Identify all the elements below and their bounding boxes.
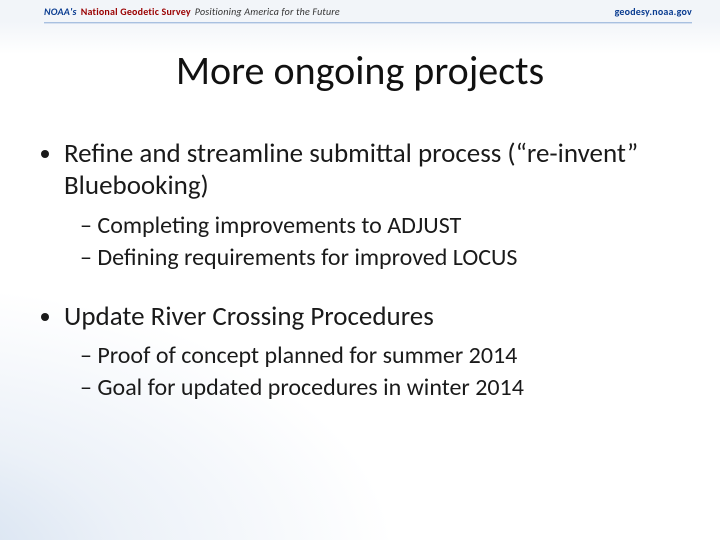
bullet-item: Refine and streamline submittal process … [64,138,684,273]
header-agency: NOAA's [44,5,77,18]
header-tagline: Positioning America for the Future [195,5,340,18]
header-program: National Geodetic Survey [81,5,191,18]
header-band: NOAA's National Geodetic Survey Position… [0,0,720,22]
bullet-item: Update River Crossing Procedures Proof o… [64,301,684,403]
sub-bullet-item: Proof of concept planned for summer 2014 [80,341,684,371]
bullet-text: Refine and streamline submittal process … [64,137,638,202]
bullet-text: Update River Crossing Procedures [64,300,434,333]
header-url: geodesy.noaa.gov [615,5,692,18]
slide-title: More ongoing projects [0,46,720,95]
sub-bullet-list: Completing improvements to ADJUST Defini… [64,211,684,273]
header-divider [44,22,692,23]
sub-bullet-list: Proof of concept planned for summer 2014… [64,341,684,403]
sub-bullet-item: Goal for updated procedures in winter 20… [80,373,684,403]
slide-body: Refine and streamline submittal process … [36,138,684,431]
bullet-list: Refine and streamline submittal process … [36,138,684,403]
sub-bullet-item: Defining requirements for improved LOCUS [80,243,684,273]
sub-bullet-item: Completing improvements to ADJUST [80,211,684,241]
header-brand: NOAA's National Geodetic Survey Position… [44,5,340,18]
slide: NOAA's National Geodetic Survey Position… [0,0,720,540]
